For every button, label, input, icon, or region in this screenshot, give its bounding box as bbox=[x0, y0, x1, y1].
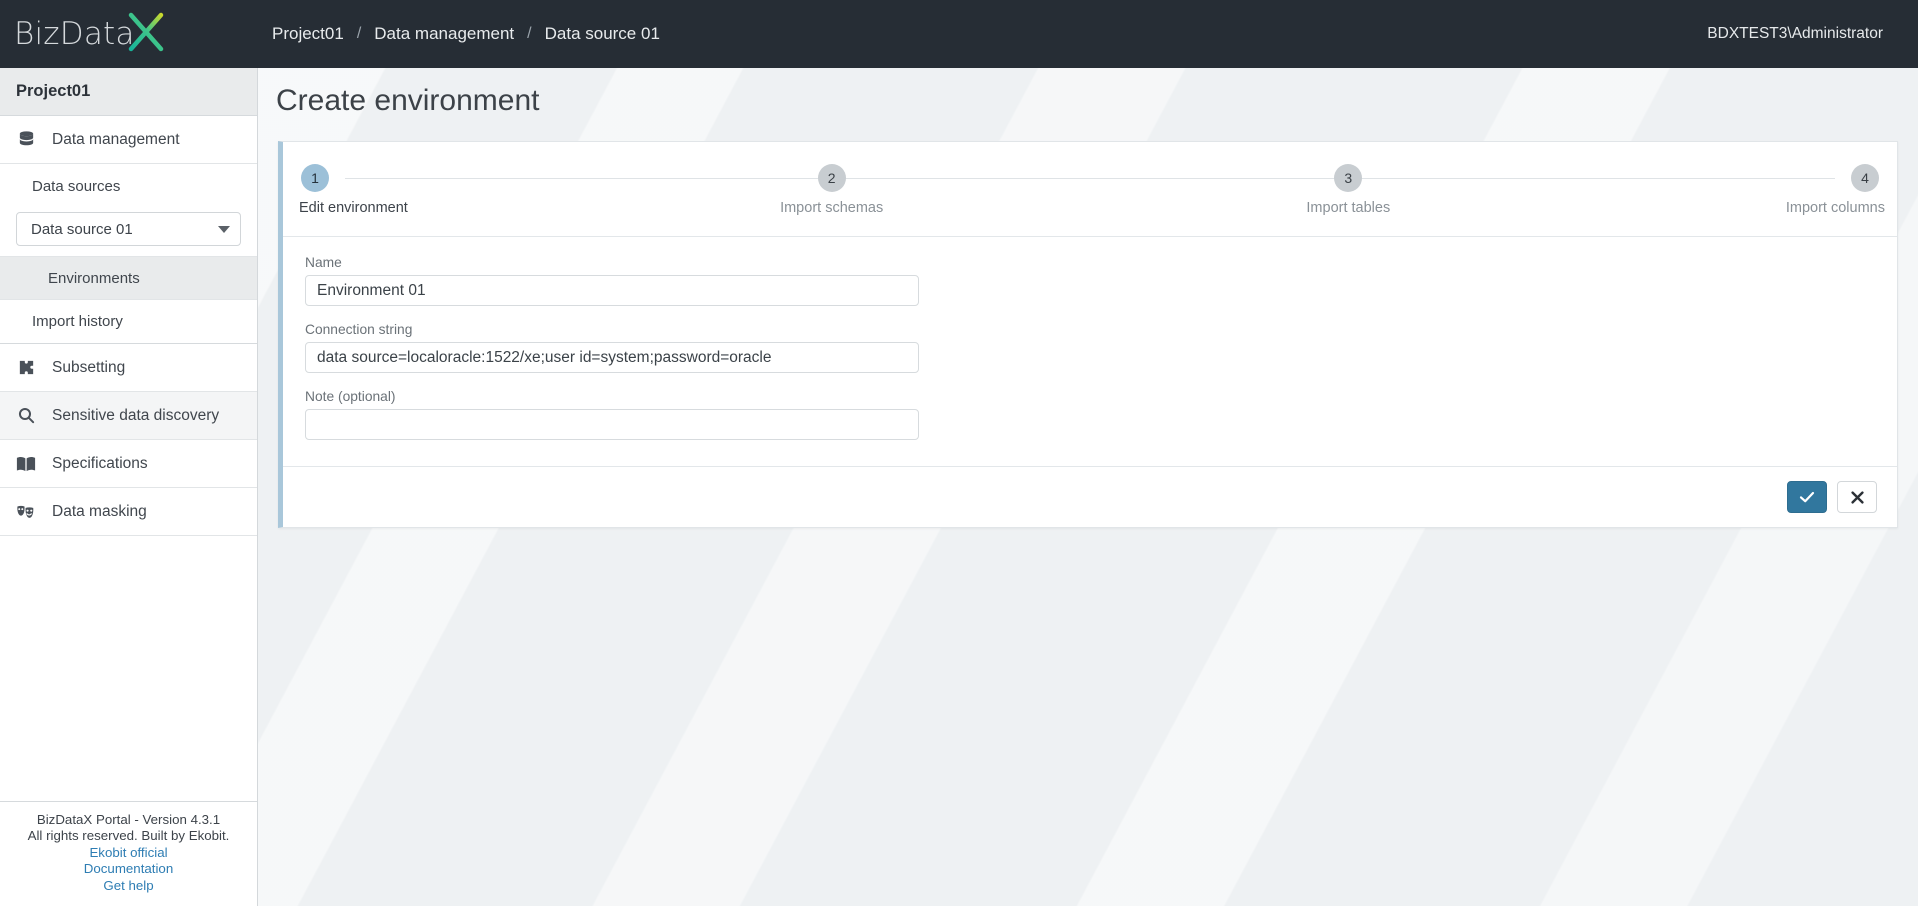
sidebar-item-label: Data masking bbox=[52, 502, 147, 520]
sidebar-item-data-management[interactable]: Data management bbox=[0, 116, 257, 164]
main-content: Create environment 1 Edit environment 2 … bbox=[258, 68, 1918, 906]
breadcrumb: Project01 / Data management / Data sourc… bbox=[272, 24, 660, 44]
sidebar-subitem-environments[interactable]: Environments bbox=[0, 256, 257, 300]
cancel-button[interactable] bbox=[1837, 481, 1877, 513]
name-input[interactable] bbox=[305, 275, 919, 306]
sidebar-subitem-import-history[interactable]: Import history bbox=[0, 300, 257, 344]
sidebar-item-label: Subsetting bbox=[52, 358, 126, 376]
user-account-label[interactable]: BDXTEST3\Administrator bbox=[1707, 25, 1883, 43]
sidebar-footer: BizDataX Portal - Version 4.3.1 All righ… bbox=[0, 800, 257, 906]
step-number: 2 bbox=[817, 164, 846, 192]
step-number: 4 bbox=[1850, 164, 1879, 192]
sidebar-item-label: Specifications bbox=[52, 454, 148, 472]
sidebar-item-specifications[interactable]: Specifications bbox=[0, 440, 257, 488]
create-environment-card: 1 Edit environment 2 Import schemas 3 Im… bbox=[278, 141, 1898, 528]
environment-form: Name Connection string Note (optional) bbox=[283, 237, 1897, 466]
check-icon bbox=[1799, 490, 1815, 504]
field-note: Note (optional) bbox=[305, 389, 1897, 440]
logo-text: BizData bbox=[14, 16, 135, 52]
field-connection-string: Connection string bbox=[305, 322, 1897, 373]
step-number: 3 bbox=[1334, 164, 1363, 192]
masks-icon bbox=[14, 501, 38, 523]
step-label: Import columns bbox=[1785, 200, 1885, 216]
data-source-select-wrapper: Data source 01 bbox=[0, 208, 257, 256]
note-input[interactable] bbox=[305, 409, 919, 440]
step-label: Import schemas bbox=[780, 200, 884, 216]
magnifier-icon bbox=[14, 405, 38, 427]
breadcrumb-separator: / bbox=[356, 25, 362, 42]
sidebar: Project01 Data management Data sources D… bbox=[0, 68, 258, 906]
app-logo[interactable]: BizData bbox=[0, 0, 258, 68]
breadcrumb-separator: / bbox=[527, 25, 532, 42]
field-connection-string-label: Connection string bbox=[305, 322, 413, 337]
close-icon bbox=[1850, 490, 1864, 504]
field-name: Name bbox=[305, 255, 1897, 306]
step-number: 1 bbox=[301, 164, 329, 192]
sidebar-subitem-label: Import history bbox=[32, 313, 123, 330]
puzzle-icon bbox=[14, 357, 38, 379]
step-label: Import tables bbox=[1306, 200, 1391, 216]
sidebar-item-subsetting[interactable]: Subsetting bbox=[0, 344, 257, 392]
page-title: Create environment bbox=[276, 84, 540, 117]
sidebar-item-label: Sensitive data discovery bbox=[52, 406, 220, 424]
breadcrumb-item-data-management[interactable]: Data management bbox=[374, 24, 514, 44]
step-label: Edit environment bbox=[299, 200, 408, 216]
database-icon bbox=[14, 129, 38, 151]
footer-link-documentation[interactable]: Documentation bbox=[8, 861, 249, 878]
chevron-down-icon[interactable] bbox=[218, 225, 230, 233]
sidebar-subitem-label: Data sources bbox=[32, 177, 121, 195]
footer-link-get-help[interactable]: Get help bbox=[8, 878, 249, 895]
logo-x-icon bbox=[123, 10, 169, 59]
connection-string-input[interactable] bbox=[305, 342, 919, 373]
sidebar-item-data-masking[interactable]: Data masking bbox=[0, 488, 257, 536]
data-source-select[interactable]: Data source 01 bbox=[16, 212, 241, 246]
confirm-button[interactable] bbox=[1787, 481, 1827, 513]
field-note-label: Note (optional) bbox=[305, 389, 396, 404]
footer-link-ekobit-official[interactable]: Ekobit official bbox=[8, 845, 249, 862]
breadcrumb-item-data-source[interactable]: Data source 01 bbox=[545, 24, 660, 44]
footer-rights: All rights reserved. Built by Ekobit. bbox=[27, 828, 230, 843]
sidebar-subitem-data-sources: Data sources bbox=[0, 164, 257, 208]
top-bar: BizData Project01 / Data management / Da… bbox=[0, 0, 1918, 68]
breadcrumb-item-project[interactable]: Project01 bbox=[272, 24, 344, 44]
book-icon bbox=[14, 453, 38, 475]
wizard-stepper: 1 Edit environment 2 Import schemas 3 Im… bbox=[283, 142, 1897, 236]
field-name-label: Name bbox=[305, 255, 342, 270]
sidebar-subitem-label: Environments bbox=[48, 269, 140, 287]
sidebar-spacer bbox=[0, 536, 257, 801]
card-action-bar bbox=[283, 466, 1897, 527]
sidebar-nav: Data management Data sources Data source… bbox=[0, 116, 257, 536]
footer-version: BizDataX Portal - Version 4.3.1 bbox=[36, 811, 221, 827]
sidebar-item-label: Data management bbox=[52, 130, 180, 148]
sidebar-item-sensitive-data-discovery[interactable]: Sensitive data discovery bbox=[0, 392, 257, 440]
sidebar-project-title: Project01 bbox=[0, 68, 257, 116]
data-source-select-value: Data source 01 bbox=[31, 220, 133, 238]
